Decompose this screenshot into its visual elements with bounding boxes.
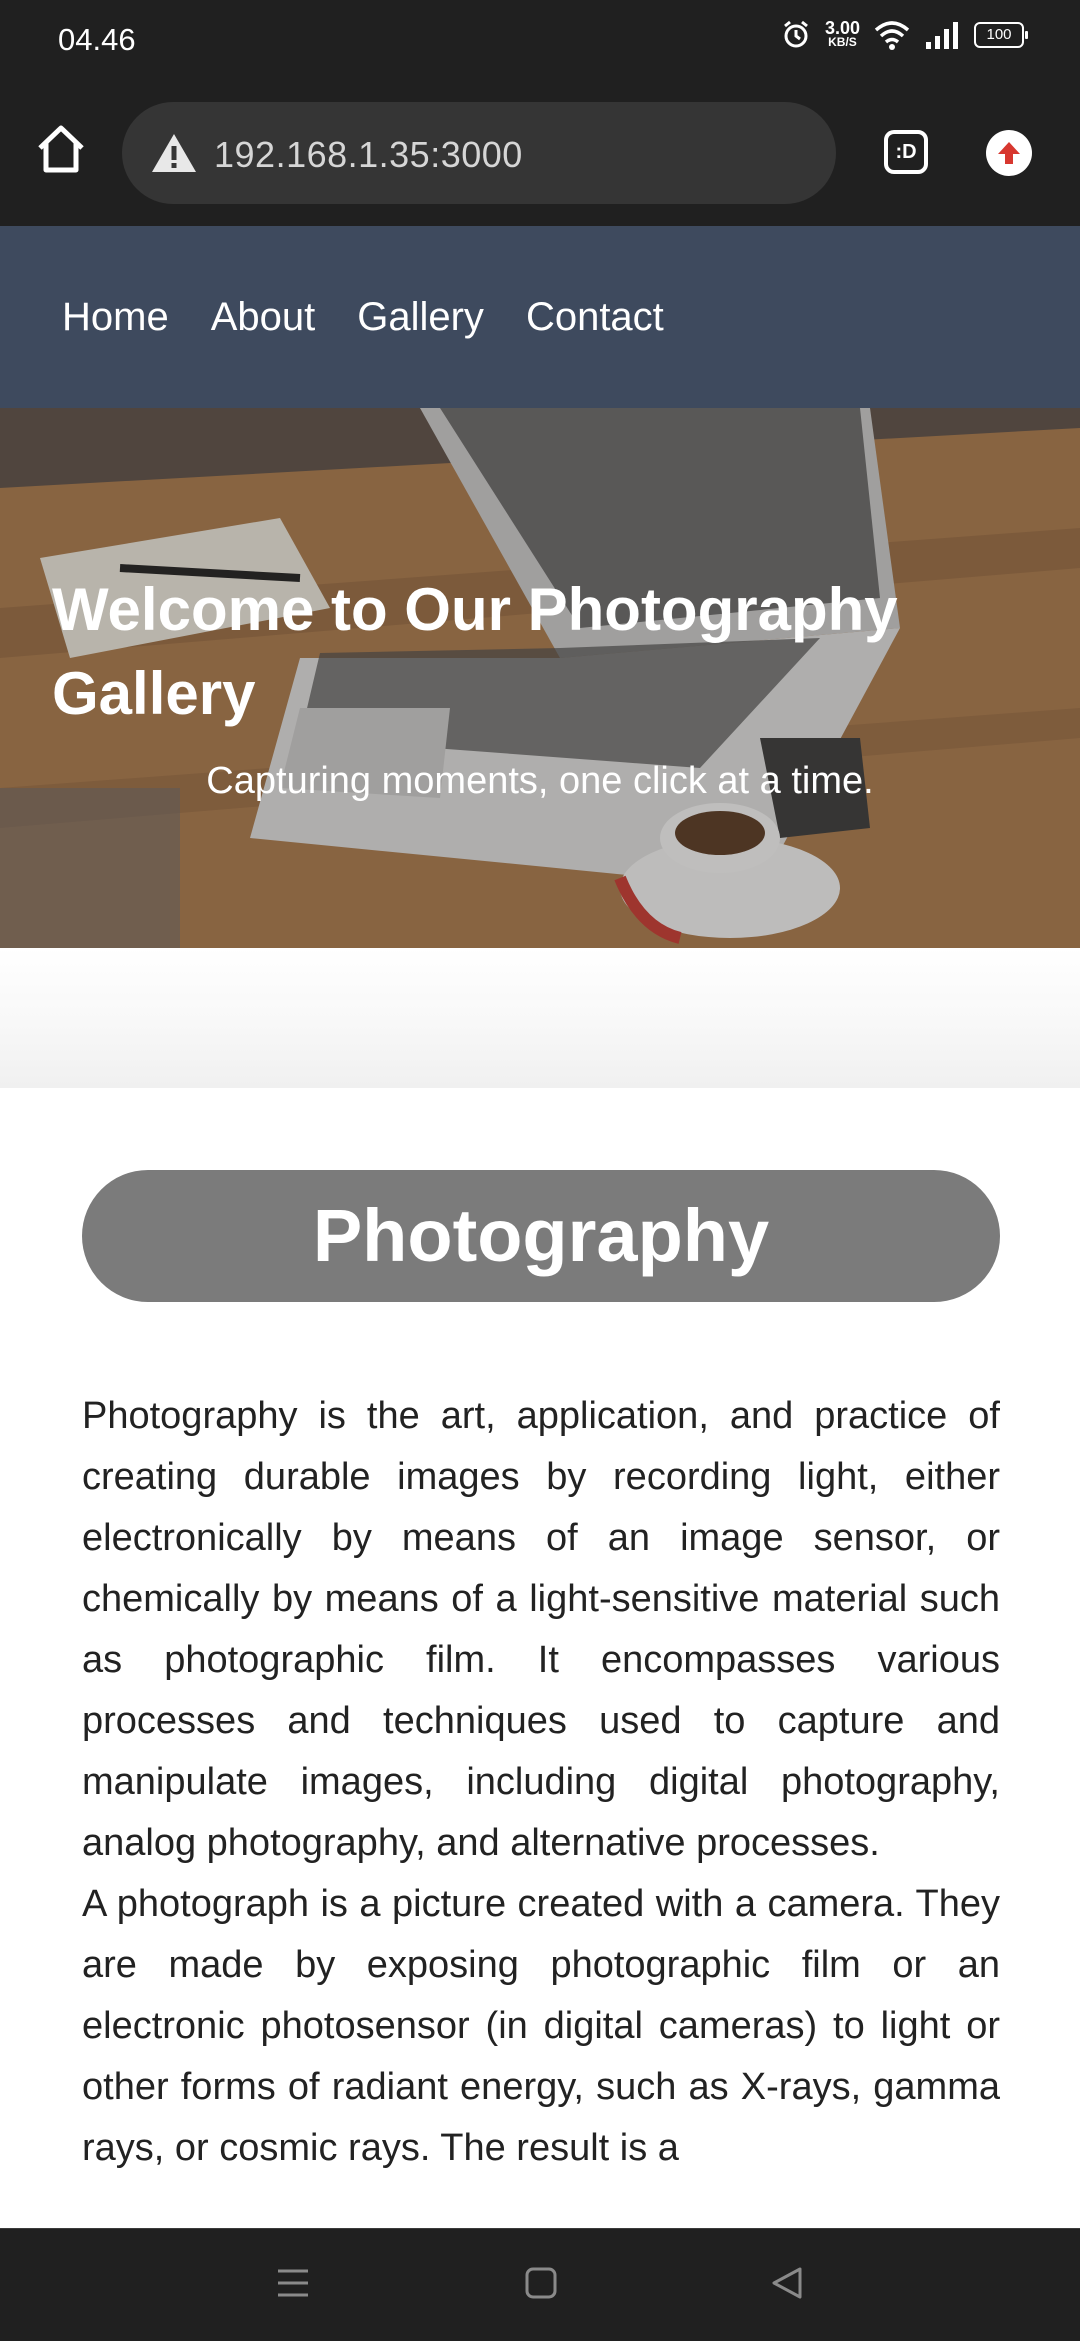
section-heading: Photography (82, 1170, 1000, 1302)
section-body: Photography is the art, application, and… (82, 1386, 1000, 2179)
section-divider (0, 948, 1080, 1088)
hero-title: Welcome to Our Photography Gallery (52, 576, 898, 727)
alarm-icon (784, 20, 808, 48)
status-bar: 04.46 3.00 KB/S 100 (0, 0, 1080, 80)
system-nav-bar (0, 2228, 1080, 2341)
warning-icon[interactable] (150, 132, 198, 174)
site-nav: Home About Gallery Contact (0, 226, 1080, 408)
hero-subtitle: Capturing moments, one click at a time. (206, 760, 874, 802)
url-bar[interactable]: 192.168.1.35:3000 (122, 102, 836, 204)
signal-icon (926, 22, 958, 49)
content-card: Photography Photography is the art, appl… (0, 1088, 1080, 2228)
browser-toolbar: 192.168.1.35:3000 :D (0, 80, 1080, 226)
tab-switcher-button[interactable]: :D (884, 130, 928, 174)
update-button[interactable] (986, 130, 1032, 176)
home-icon (38, 125, 84, 173)
nav-contact[interactable]: Contact (526, 295, 664, 340)
url-text[interactable]: 192.168.1.35:3000 (214, 134, 523, 176)
nav-home[interactable]: Home (62, 295, 169, 340)
battery-indicator: 100 (974, 22, 1028, 48)
nav-about[interactable]: About (211, 295, 316, 340)
paragraph: Photography is the art, application, and… (82, 1395, 1000, 1864)
hero-banner: Welcome to Our Photography Gallery Captu… (0, 408, 1080, 948)
nav-gallery[interactable]: Gallery (357, 295, 484, 340)
upload-icon (998, 142, 1020, 164)
status-icons: 3.00 KB/S 100 (781, 18, 1028, 50)
home-square-icon[interactable] (524, 2263, 558, 2303)
wifi-icon (874, 21, 910, 50)
back-triangle-icon[interactable] (770, 2263, 804, 2303)
network-speed: 3.00 KB/S (824, 18, 860, 49)
home-button[interactable] (34, 122, 88, 176)
status-time: 04.46 (58, 22, 136, 57)
paragraph: A photograph is a picture created with a… (82, 1883, 1000, 2169)
menu-icon[interactable] (276, 2263, 310, 2303)
